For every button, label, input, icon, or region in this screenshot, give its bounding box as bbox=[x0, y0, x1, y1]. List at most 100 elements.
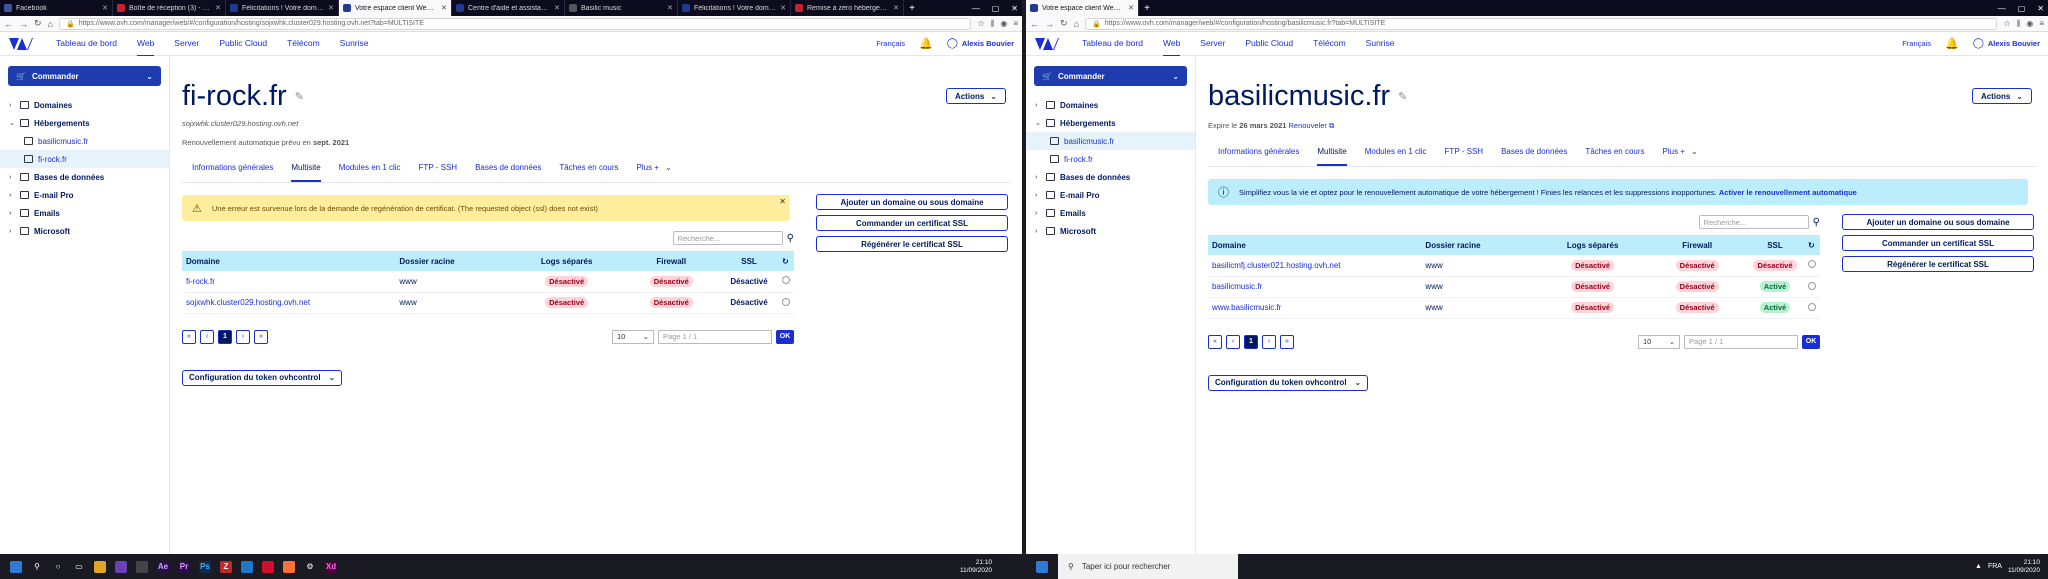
search-icon[interactable]: ⚲ bbox=[1813, 217, 1820, 228]
close-window-icon[interactable]: ✕ bbox=[2037, 4, 2044, 13]
sidebar-section[interactable]: ⌄ Hébergements bbox=[1026, 114, 1195, 132]
close-tab-icon[interactable]: ✕ bbox=[328, 4, 334, 12]
home-icon[interactable]: ⌂ bbox=[1074, 19, 1079, 29]
menu-item[interactable]: Sunrise bbox=[1366, 31, 1395, 57]
page-tab[interactable]: Tâches en cours bbox=[1585, 147, 1644, 166]
column-header[interactable]: Firewall bbox=[1648, 235, 1747, 255]
column-header[interactable]: Dossier racine bbox=[395, 251, 511, 271]
close-tab-icon[interactable]: ✕ bbox=[441, 4, 447, 12]
sidebar-section[interactable]: › Microsoft bbox=[0, 222, 169, 240]
menu-item[interactable]: Web bbox=[136, 31, 155, 57]
chevron-down-icon[interactable]: ⌄ bbox=[1691, 147, 1698, 166]
commander-button[interactable]: 🛒 Commander ⌄ bbox=[1034, 66, 1187, 86]
search-icon[interactable]: ⚲ bbox=[31, 561, 43, 573]
refresh-icon[interactable]: ↻ bbox=[1803, 235, 1820, 255]
token-config-button[interactable]: Configuration du token ovhcontrol ⌄ bbox=[1208, 374, 1369, 391]
search-input[interactable]: Recherche... bbox=[1698, 215, 1809, 229]
page-tab[interactable]: Bases de données bbox=[1501, 147, 1567, 166]
maximize-icon[interactable]: ▢ bbox=[992, 4, 1000, 13]
taskbar-search-box[interactable]: ⚲ Taper ici pour rechercher bbox=[1058, 554, 1238, 579]
column-header[interactable]: Logs séparés bbox=[1536, 235, 1649, 255]
search-input[interactable]: Recherche... bbox=[672, 231, 783, 245]
close-tab-icon[interactable]: ✕ bbox=[1128, 4, 1134, 12]
browser-tab[interactable]: Centre d'aide et assistance ✕ bbox=[452, 0, 565, 16]
menu-item[interactable]: Sunrise bbox=[340, 31, 369, 57]
back-icon[interactable]: ← bbox=[1030, 19, 1039, 29]
close-window-icon[interactable]: ✕ bbox=[1011, 4, 1018, 13]
sidebar-section[interactable]: › Microsoft bbox=[1026, 222, 1195, 240]
close-icon[interactable]: ✕ bbox=[779, 197, 786, 206]
page-tab[interactable]: Modules en 1 clic bbox=[1365, 147, 1427, 166]
page-tab[interactable]: Plus + bbox=[637, 163, 659, 182]
reload-icon[interactable]: ↻ bbox=[1060, 18, 1068, 29]
activate-renewal-link[interactable]: Activer le renouvellement automatique bbox=[1719, 188, 1857, 197]
refresh-icon[interactable]: ↻ bbox=[777, 251, 794, 271]
chevron-down-icon[interactable]: ⌄ bbox=[665, 163, 672, 182]
sidebar-section[interactable]: › E-mail Pro bbox=[1026, 186, 1195, 204]
sidebar-section[interactable]: › Domaines bbox=[1026, 96, 1195, 114]
close-tab-icon[interactable]: ✕ bbox=[667, 4, 673, 12]
firefox-icon[interactable] bbox=[283, 560, 295, 573]
renew-link[interactable]: Renouveler bbox=[1289, 121, 1327, 130]
row-actions-icon[interactable] bbox=[781, 276, 790, 285]
reload-icon[interactable]: ↻ bbox=[34, 18, 42, 29]
token-config-button[interactable]: Configuration du token ovhcontrol ⌄ bbox=[182, 369, 343, 386]
user-icon[interactable]: ◯ bbox=[1973, 38, 1984, 49]
sidebar-section[interactable]: ⌄ Hébergements bbox=[0, 114, 169, 132]
sidebar-section[interactable]: › E-mail Pro bbox=[0, 186, 169, 204]
row-actions-icon[interactable] bbox=[1807, 260, 1816, 269]
ovh-logo-icon[interactable] bbox=[8, 37, 34, 51]
page-tab[interactable]: Modules en 1 clic bbox=[339, 163, 401, 182]
search-icon[interactable]: ⚲ bbox=[787, 233, 794, 244]
sidebar-section[interactable]: › Domaines bbox=[0, 96, 169, 114]
column-header[interactable]: Domaine bbox=[182, 251, 396, 271]
page-button[interactable]: › bbox=[1262, 334, 1276, 349]
side-action-button[interactable]: Commander un certificat SSL bbox=[816, 215, 1008, 231]
column-header[interactable]: Dossier racine bbox=[1421, 235, 1537, 255]
browser-tab[interactable]: Boîte de réception (3) - davi ✕ bbox=[113, 0, 226, 16]
page-tab[interactable]: Informations générales bbox=[1218, 147, 1299, 166]
vs-icon[interactable] bbox=[115, 560, 127, 573]
page-tab[interactable]: FTP - SSH bbox=[1445, 147, 1484, 166]
task-view-icon[interactable]: ▭ bbox=[73, 561, 85, 573]
side-action-button[interactable]: Régénérer le certificat SSL bbox=[816, 236, 1008, 252]
page-tab[interactable]: FTP - SSH bbox=[419, 163, 458, 182]
menu-item[interactable]: Server bbox=[174, 31, 199, 57]
row-actions-icon[interactable] bbox=[1807, 302, 1816, 311]
cell-domain[interactable]: basilicmusic.fr bbox=[1208, 276, 1422, 298]
ps-icon[interactable]: Ps bbox=[199, 560, 211, 573]
close-tab-icon[interactable]: ✕ bbox=[554, 4, 560, 12]
network-icon[interactable]: ▲ bbox=[1975, 563, 1982, 570]
menu-item[interactable]: Télécom bbox=[287, 31, 320, 57]
column-header[interactable]: SSL bbox=[1746, 235, 1804, 255]
column-header[interactable]: Domaine bbox=[1208, 235, 1422, 255]
commander-button[interactable]: 🛒 Commander ⌄ bbox=[8, 66, 161, 86]
menu-item[interactable]: Web bbox=[1162, 31, 1181, 57]
cell-domain[interactable]: sojxwhk.cluster029.hosting.ovh.net bbox=[182, 292, 396, 314]
ok-button[interactable]: OK bbox=[776, 329, 794, 344]
opera-icon[interactable] bbox=[262, 560, 274, 573]
row-actions-icon[interactable] bbox=[781, 297, 790, 306]
browser-tab[interactable]: Basilic music ✕ bbox=[565, 0, 678, 16]
row-actions-icon[interactable] bbox=[1807, 281, 1816, 290]
browser-tab[interactable]: Remise à zéro hébergement ✕ bbox=[791, 0, 904, 16]
sidebar-hosting-item[interactable]: basilicmusic.fr bbox=[0, 132, 169, 150]
page-tab[interactable]: Informations générales bbox=[192, 163, 273, 182]
minimize-icon[interactable]: — bbox=[972, 4, 980, 13]
cortana-icon[interactable]: ○ bbox=[52, 561, 64, 573]
filezilla-icon[interactable]: Z bbox=[220, 560, 232, 573]
sidebar-hosting-item[interactable]: basilicmusic.fr bbox=[1026, 132, 1195, 150]
per-page-select[interactable]: 10 ⌄ bbox=[612, 329, 654, 344]
back-icon[interactable]: ← bbox=[4, 19, 13, 29]
side-action-button[interactable]: Ajouter un domaine ou sous domaine bbox=[816, 194, 1008, 210]
sidebar-hosting-item[interactable]: fi-rock.fr bbox=[1026, 150, 1195, 168]
column-header[interactable]: SSL bbox=[720, 251, 778, 271]
actions-button[interactable]: Actions ⌄ bbox=[1971, 88, 2032, 104]
cell-domain[interactable]: www.basilicmusic.fr bbox=[1208, 297, 1422, 319]
menu-item[interactable]: Public Cloud bbox=[1245, 31, 1293, 57]
page-tab[interactable]: Multisite bbox=[291, 163, 321, 182]
bookmark-star-icon[interactable]: ☆ bbox=[2003, 19, 2010, 29]
new-tab-icon[interactable]: + bbox=[1139, 0, 1155, 16]
minimize-icon[interactable]: — bbox=[1998, 4, 2006, 13]
user-name[interactable]: Alexis Bouvier bbox=[1988, 39, 2040, 48]
